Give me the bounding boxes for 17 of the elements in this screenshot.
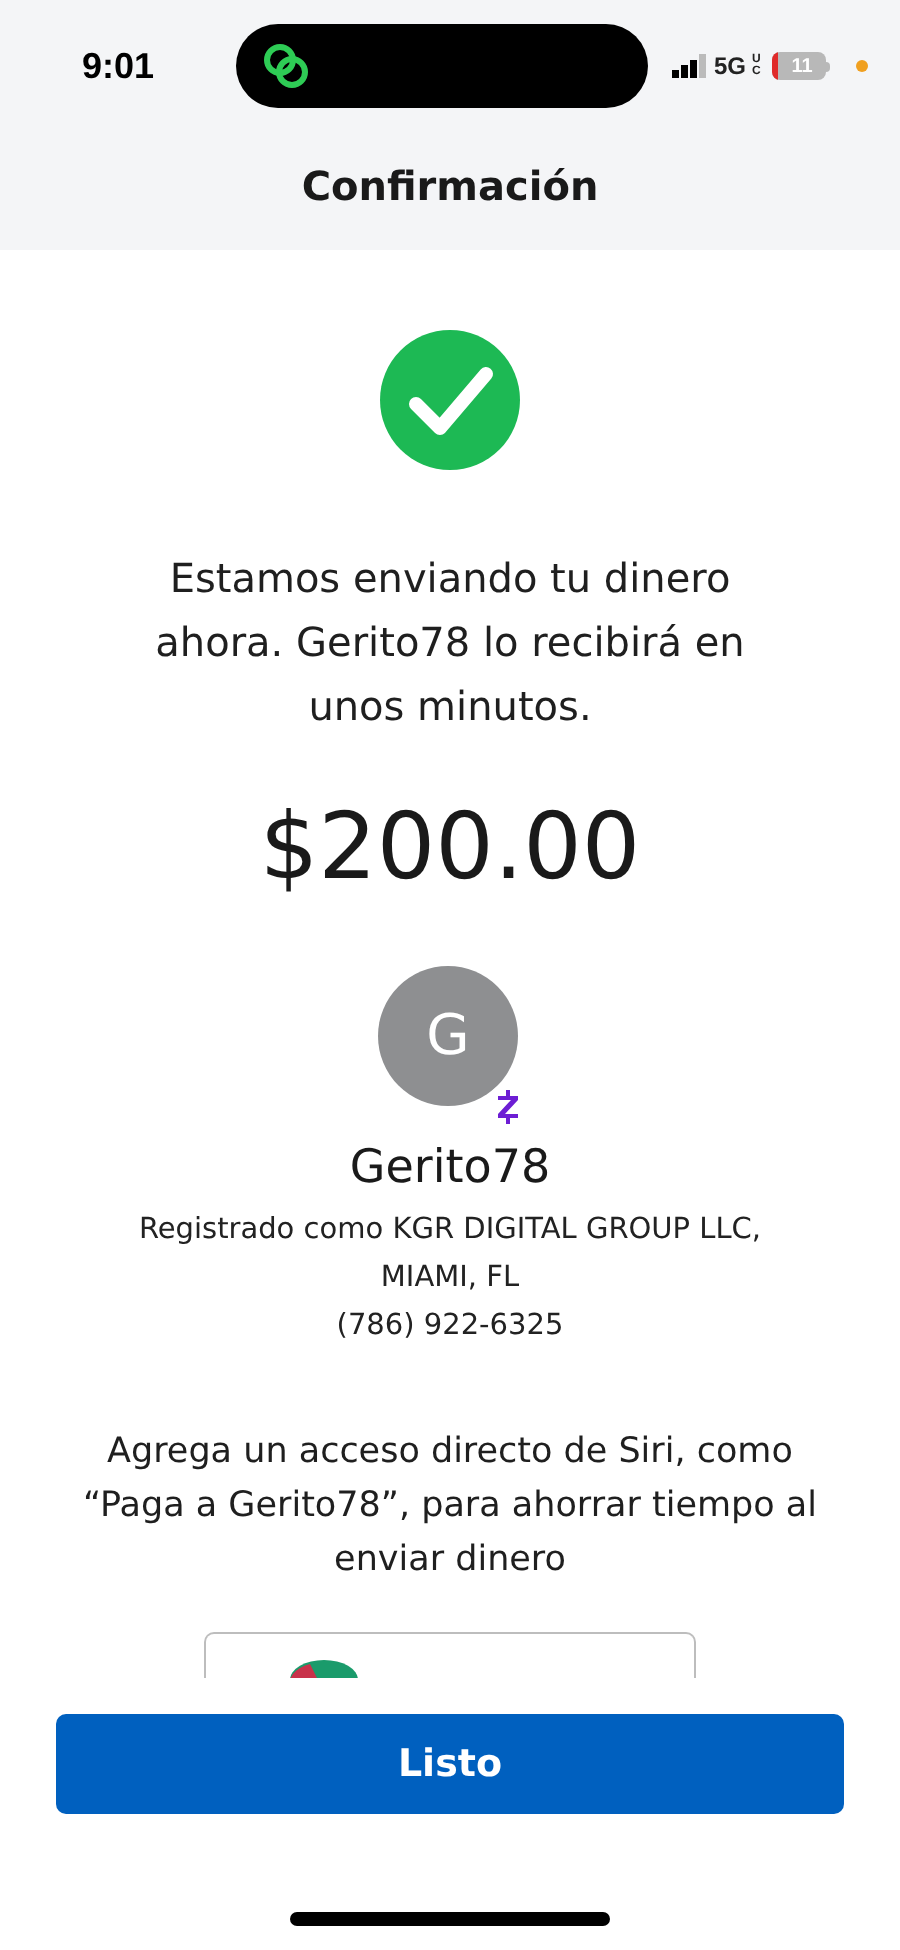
registration-text: Registrado como KGR DIGITAL GROUP LLC, MIAMI, FL <box>136 1212 764 1298</box>
confirmation-message: Estamos enviando tu dinero ahora. Gerito78 lo recibirá en unos minutos. <box>153 552 747 734</box>
siri-icon <box>290 1660 358 1678</box>
avatar: G <box>378 966 518 1106</box>
link-icon <box>260 40 312 92</box>
screen-title: Confirmación <box>301 159 599 213</box>
check-icon <box>380 330 520 470</box>
recipient-name: Gerito78 <box>349 1140 551 1198</box>
amount: $200.00 <box>259 790 641 904</box>
shortcut-card[interactable] <box>204 1632 696 1678</box>
done-button[interactable]: Listo <box>56 1714 844 1814</box>
phone-number: (786) 922-6325 <box>336 1308 564 1346</box>
network-label: 5G <box>714 50 747 84</box>
siri-prompt: Agrega un acceso directo de Siri, como “Paga a Gerito78”, para ahorrar tiempo al enviar dinero <box>80 1430 819 1584</box>
signal-icon <box>672 54 708 78</box>
status-time: 9:01 <box>79 43 157 89</box>
battery-icon: 11 <box>772 52 831 80</box>
